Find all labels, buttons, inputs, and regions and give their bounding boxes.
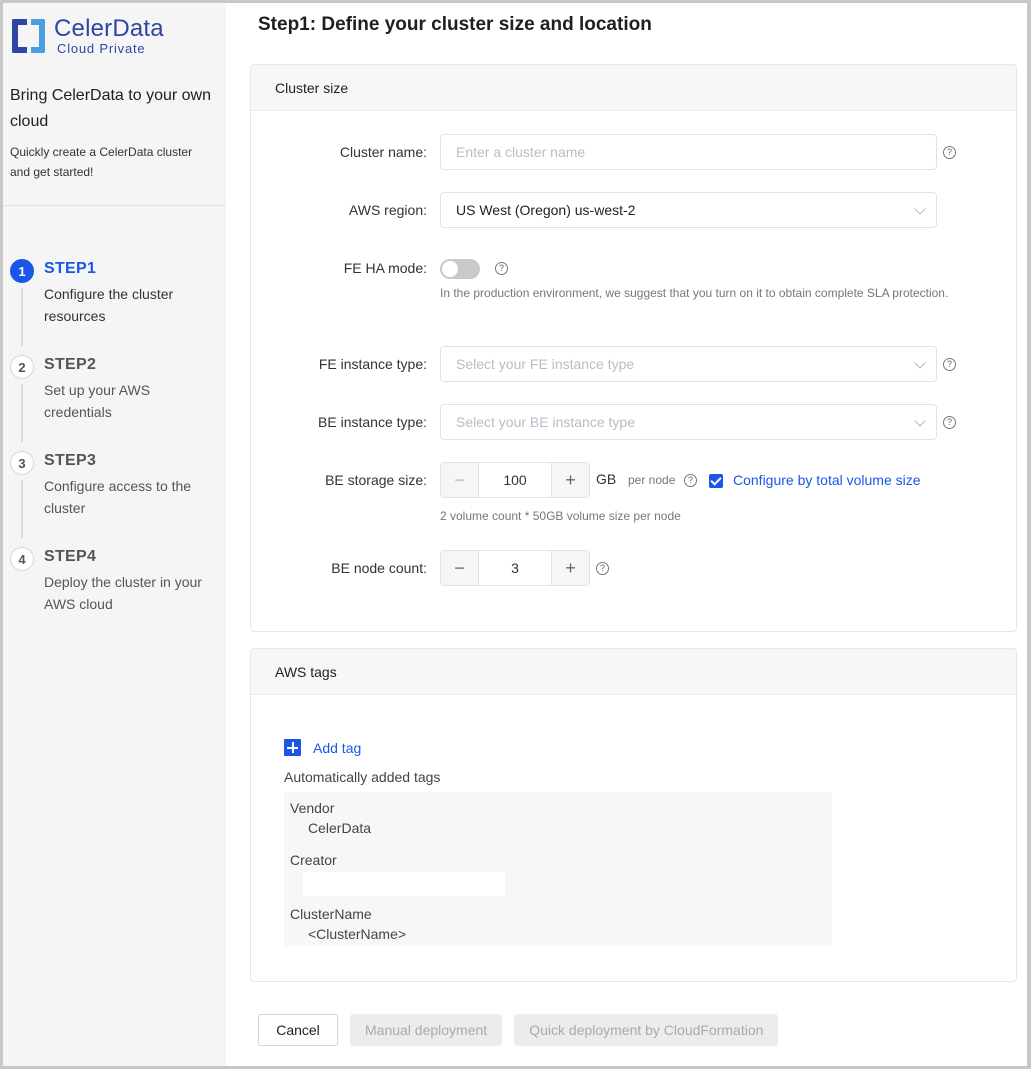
question-circle-icon[interactable]: ? xyxy=(943,416,956,429)
sidebar-divider xyxy=(3,205,226,206)
page-title: Step1: Define your cluster size and loca… xyxy=(258,14,652,35)
chevron-down-icon xyxy=(914,357,926,369)
step-connector xyxy=(21,480,23,538)
question-circle-icon[interactable]: ? xyxy=(495,262,508,275)
cluster-size-card: Cluster size Cluster name: Enter a clust… xyxy=(250,64,1017,632)
step-title: STEP3 xyxy=(44,452,97,469)
step-description: Deploy the cluster in your AWS cloud xyxy=(44,574,202,612)
be-instance-type-placeholder: Select your BE instance type xyxy=(456,414,635,430)
tag-value: <ClusterName> xyxy=(308,926,407,942)
be-instance-type-label: BE instance type: xyxy=(318,414,427,430)
fe-instance-type-placeholder: Select your FE instance type xyxy=(456,356,635,372)
tag-value: CelerData xyxy=(308,820,372,836)
fe-instance-type-label: FE instance type: xyxy=(318,356,427,372)
cluster-name-label: Cluster name: xyxy=(339,144,427,160)
fe-ha-mode-label: FE HA mode: xyxy=(343,260,427,276)
be-node-count-stepper: − 3 + xyxy=(440,550,590,586)
quick-deployment-button[interactable]: Quick deployment by CloudFormation xyxy=(514,1014,779,1046)
be-instance-type-select[interactable]: Select your BE instance type xyxy=(440,404,937,440)
step-number-badge: 1 xyxy=(10,259,34,283)
question-circle-icon[interactable]: ? xyxy=(943,146,956,159)
aws-region-label: AWS region: xyxy=(348,202,427,218)
cluster-size-heading: Cluster size xyxy=(251,65,1016,111)
auto-tags-label: Automatically added tags xyxy=(284,769,441,785)
aws-region-select[interactable]: US West (Oregon) us-west-2 xyxy=(440,192,937,228)
configure-by-total-checkbox[interactable] xyxy=(709,474,723,488)
be-node-count-value[interactable]: 3 xyxy=(478,551,552,585)
brand-title: CelerData xyxy=(54,15,164,42)
step-item-2: 2 STEP2 Set up your AWS credentials xyxy=(10,351,204,447)
step-title: STEP1 xyxy=(44,260,97,277)
increment-button[interactable]: + xyxy=(552,463,589,497)
be-storage-size-stepper: − 100 + xyxy=(440,462,590,498)
be-storage-size-label: BE storage size: xyxy=(325,472,427,488)
step-description: Set up your AWS credentials xyxy=(44,382,151,420)
step-item-3: 3 STEP3 Configure access to the cluster xyxy=(10,447,204,543)
plus-square-icon xyxy=(284,739,301,756)
aws-region-value: US West (Oregon) us-west-2 xyxy=(456,202,636,218)
celerdata-logo-icon xyxy=(12,17,45,54)
tag-key: Vendor xyxy=(290,800,335,816)
step-title: STEP4 xyxy=(44,548,97,565)
cluster-name-input[interactable]: Enter a cluster name xyxy=(440,134,937,170)
step-number-badge: 2 xyxy=(10,355,34,379)
auto-tags-list: Vendor CelerData Creator ClusterName <Cl… xyxy=(284,792,832,946)
sidebar: CelerData Cloud Private Bring CelerData … xyxy=(3,3,226,1066)
cancel-button[interactable]: Cancel xyxy=(258,1014,338,1046)
add-tag-button[interactable]: Add tag xyxy=(284,739,361,756)
step-item-1: 1 STEP1 Configure the cluster resources xyxy=(10,255,204,351)
chevron-down-icon xyxy=(914,415,926,427)
decrement-button[interactable]: − xyxy=(441,463,478,497)
step-description: Configure the cluster resources xyxy=(44,286,174,324)
stepper-nav: 1 STEP1 Configure the cluster resources … xyxy=(10,255,204,639)
step-title: STEP2 xyxy=(44,356,97,373)
tag-key: ClusterName xyxy=(290,906,372,922)
toggle-knob xyxy=(442,261,458,277)
manual-deployment-button[interactable]: Manual deployment xyxy=(350,1014,503,1046)
question-circle-icon[interactable]: ? xyxy=(684,474,697,487)
fe-ha-mode-row: FE HA mode: ? In the production environm… xyxy=(251,259,1016,300)
tag-value-redacted xyxy=(303,872,505,896)
step-number-badge: 4 xyxy=(10,547,34,571)
step-connector xyxy=(21,384,23,442)
per-node-label: per node xyxy=(628,473,676,487)
intro-title: Bring CelerData to your own cloud xyxy=(10,87,211,130)
brand-logo: CelerData Cloud Private xyxy=(12,17,164,57)
configure-by-total-label[interactable]: Configure by total volume size xyxy=(733,472,921,488)
be-storage-size-hint: 2 volume count * 50GB volume size per no… xyxy=(440,509,681,523)
aws-tags-card: AWS tags Add tag Automatically added tag… xyxy=(250,648,1017,982)
step-connector xyxy=(21,288,23,346)
add-tag-label: Add tag xyxy=(313,739,362,756)
aws-tags-heading: AWS tags xyxy=(251,649,1016,695)
increment-button[interactable]: + xyxy=(552,551,589,585)
step-number-badge: 3 xyxy=(10,451,34,475)
question-circle-icon[interactable]: ? xyxy=(943,358,956,371)
fe-ha-mode-hint: In the production environment, we sugges… xyxy=(440,286,949,300)
decrement-button[interactable]: − xyxy=(441,551,478,585)
footer-actions: Cancel Manual deployment Quick deploymen… xyxy=(258,1014,779,1046)
step-item-4: 4 STEP4 Deploy the cluster in your AWS c… xyxy=(10,543,204,639)
question-circle-icon[interactable]: ? xyxy=(596,562,609,575)
be-node-count-label: BE node count: xyxy=(331,560,427,576)
be-storage-size-value[interactable]: 100 xyxy=(478,463,552,497)
intro-subtitle: Quickly create a CelerData cluster and g… xyxy=(10,145,193,179)
tag-key: Creator xyxy=(290,852,337,868)
chevron-down-icon xyxy=(914,203,926,215)
storage-unit: GB xyxy=(596,471,617,487)
brand-subtitle: Cloud Private xyxy=(57,41,146,56)
fe-instance-type-select[interactable]: Select your FE instance type xyxy=(440,346,937,382)
step-description: Configure access to the cluster xyxy=(44,478,192,516)
fe-ha-mode-toggle[interactable] xyxy=(440,259,480,279)
